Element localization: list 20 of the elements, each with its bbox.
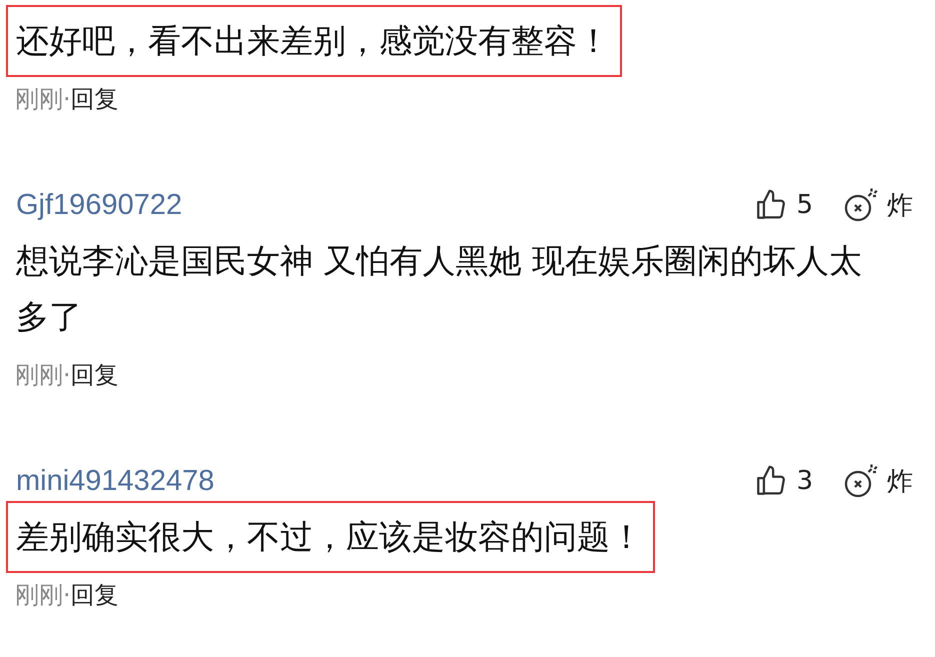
- username[interactable]: mini491432478: [16, 464, 724, 498]
- bomb-button[interactable]: 炸: [843, 463, 913, 499]
- separator-dot: ·: [63, 85, 71, 113]
- comment-text: 想说李沁是国民女神 又怕有人黑她 现在娱乐圈闲的坏人太多了: [14, 240, 863, 338]
- reply-button[interactable]: 回复: [70, 359, 119, 391]
- comment-time: 刚刚: [15, 84, 63, 115]
- reply-button[interactable]: 回复: [70, 83, 119, 115]
- like-button[interactable]: 3: [754, 464, 813, 498]
- comment-time: 刚刚: [15, 580, 63, 611]
- separator-dot: ·: [63, 361, 71, 389]
- bomb-button[interactable]: 炸: [843, 187, 913, 223]
- bomb-icon: [843, 463, 879, 499]
- like-button[interactable]: 5: [754, 188, 813, 222]
- bomb-icon: [843, 187, 879, 223]
- comment-text: 差别确实很大，不过，应该是妆容的问题！: [6, 501, 655, 573]
- comment-text: 还好吧，看不出来差别，感觉没有整容！: [6, 5, 622, 77]
- reply-button[interactable]: 回复: [70, 579, 119, 611]
- separator-dot: ·: [63, 581, 71, 609]
- username[interactable]: Gjf19690722: [16, 188, 724, 222]
- comment-time: 刚刚: [15, 360, 63, 391]
